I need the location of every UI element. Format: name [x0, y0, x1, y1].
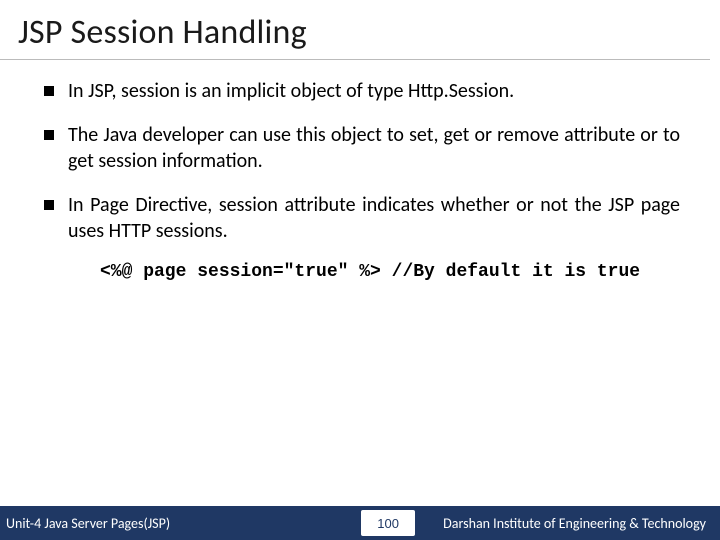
- square-bullet-icon: [44, 86, 54, 96]
- square-bullet-icon: [44, 130, 54, 140]
- code-snippet: <%@ page session="true" %> //By default …: [100, 262, 680, 282]
- footer-institute: Darshan Institute of Engineering & Techn…: [443, 515, 720, 532]
- square-bullet-icon: [44, 200, 54, 210]
- slide-content: In JSP, session is an implicit object of…: [0, 60, 720, 540]
- footer-unit: Unit-4 Java Server Pages(JSP): [0, 515, 170, 532]
- bullet-item: In JSP, session is an implicit object of…: [44, 78, 680, 104]
- slide-footer: Unit-4 Java Server Pages(JSP) 100 Darsha…: [0, 506, 720, 540]
- bullet-text: In Page Directive, session attribute ind…: [68, 192, 680, 244]
- bullet-item: In Page Directive, session attribute ind…: [44, 192, 680, 244]
- page-number: 100: [377, 516, 399, 531]
- bullet-item: The Java developer can use this object t…: [44, 122, 680, 174]
- slide-title: JSP Session Handling: [0, 0, 710, 60]
- bullet-text: The Java developer can use this object t…: [68, 122, 680, 174]
- slide: JSP Session Handling In JSP, session is …: [0, 0, 720, 540]
- bullet-text: In JSP, session is an implicit object of…: [68, 78, 680, 104]
- page-number-badge: 100: [361, 510, 415, 536]
